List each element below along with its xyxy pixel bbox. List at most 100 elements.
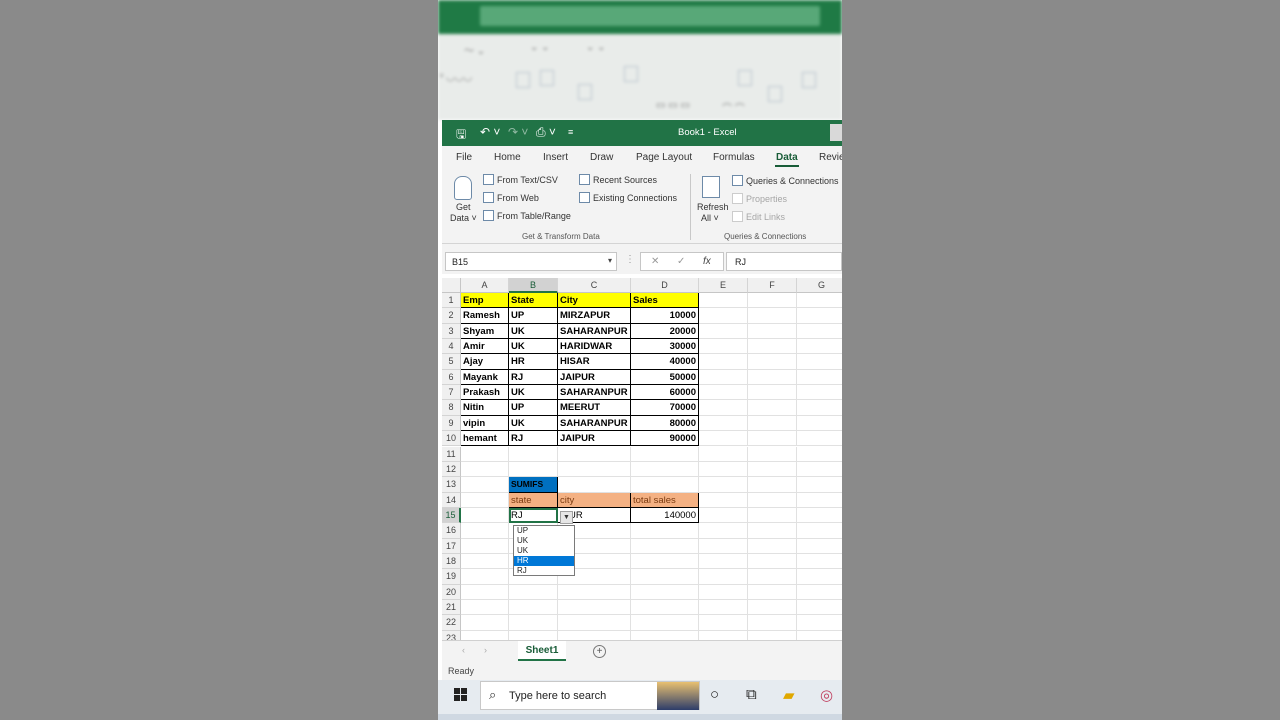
redo-icon[interactable]: ↷ ˅ [508,125,528,139]
empty-cell[interactable] [699,492,748,508]
windows-start-icon[interactable] [454,688,467,701]
empty-cell[interactable] [797,293,842,309]
save-icon[interactable]: 🖫 [456,125,466,146]
empty-cell[interactable] [748,600,797,616]
tab-review[interactable]: Revie [819,152,842,163]
table-cell[interactable]: UK [509,385,558,401]
insert-function-icon[interactable]: fx [703,256,711,267]
empty-cell[interactable] [797,631,842,640]
from-web-button[interactable]: From Web [497,193,539,203]
empty-cell[interactable] [461,569,509,585]
empty-cell[interactable] [797,370,842,386]
empty-cell[interactable] [748,446,797,462]
table-cell[interactable]: UK [509,339,558,355]
empty-cell[interactable] [699,385,748,401]
table-header-cell[interactable]: State [509,293,558,309]
table-cell[interactable]: 50000 [631,369,699,386]
empty-cell[interactable] [748,400,797,416]
empty-cell[interactable] [558,600,631,616]
empty-cell[interactable] [461,538,509,554]
row-header[interactable]: 3 [442,323,461,340]
empty-cell[interactable] [748,339,797,355]
empty-cell[interactable] [558,477,631,493]
empty-cell[interactable] [699,293,748,309]
row-header[interactable]: 6 [442,369,461,386]
empty-cell[interactable] [797,615,842,631]
table-cell[interactable]: 20000 [631,323,699,340]
total-sales-cell[interactable]: 140000 [631,507,699,524]
empty-cell[interactable] [748,415,797,432]
empty-cell[interactable] [461,446,509,462]
table-cell[interactable]: Ramesh [461,308,509,324]
properties-button[interactable]: Properties [746,194,787,204]
sumifs-header-cell[interactable]: total sales [631,492,699,508]
empty-cell[interactable] [797,447,842,462]
name-box[interactable]: B15 ▾ [445,252,617,271]
table-cell[interactable]: HISAR [558,354,631,370]
table-cell[interactable]: RJ [509,369,558,386]
sumifs-title-cell[interactable]: SUMIFS [509,477,558,493]
row-header[interactable]: 1 [442,293,461,309]
table-cell[interactable]: 60000 [631,385,699,401]
undo-icon[interactable]: ↶ ˅ [480,125,500,139]
empty-cell[interactable] [461,600,509,616]
empty-cell[interactable] [797,339,842,355]
empty-cell[interactable] [797,416,842,432]
table-cell[interactable]: Ajay [461,354,509,370]
file-explorer-icon[interactable]: ▰ [783,686,795,704]
empty-cell[interactable] [699,569,748,585]
empty-cell[interactable] [631,538,699,554]
recent-sources-button[interactable]: Recent Sources [593,175,657,185]
tab-formulas[interactable]: Formulas [713,152,755,163]
empty-cell[interactable] [699,446,748,462]
empty-cell[interactable] [748,477,797,493]
empty-cell[interactable] [748,507,797,524]
empty-cell[interactable] [748,569,797,585]
sumifs-header-cell[interactable]: city [558,492,631,508]
taskbar-search-box[interactable]: ⌕ Type here to search [480,681,700,710]
dropdown-option[interactable]: UK [514,536,574,546]
empty-cell[interactable] [631,569,699,585]
prev-sheet-icon[interactable]: ‹ [462,645,465,655]
task-view-icon[interactable]: ⧉ [746,686,757,703]
empty-cell[interactable] [509,584,558,600]
empty-cell[interactable] [699,477,748,493]
empty-cell[interactable] [631,446,699,462]
empty-cell[interactable] [748,584,797,600]
empty-cell[interactable] [797,523,842,539]
table-cell[interactable]: 10000 [631,308,699,324]
table-cell[interactable]: JAIPUR [558,369,631,386]
empty-cell[interactable] [509,630,558,640]
empty-cell[interactable] [748,538,797,554]
empty-cell[interactable] [699,538,748,554]
empty-cell[interactable] [509,615,558,631]
empty-cell[interactable] [631,477,699,493]
table-header-cell[interactable]: Sales [631,293,699,309]
row-header[interactable]: 10 [442,431,461,447]
table-cell[interactable]: MEERUT [558,400,631,416]
sheet-tab[interactable]: Sheet1 [518,641,566,661]
empty-cell[interactable] [461,553,509,570]
table-cell[interactable]: 80000 [631,415,699,432]
empty-cell[interactable] [797,462,842,478]
dropdown-option[interactable]: RJ [514,566,574,576]
empty-cell[interactable] [748,293,797,309]
empty-cell[interactable] [748,523,797,539]
tab-draw[interactable]: Draw [590,152,613,163]
dropdown-option-highlighted[interactable]: HR [514,556,574,566]
empty-cell[interactable] [631,615,699,631]
column-header[interactable]: A [461,278,509,293]
table-cell[interactable]: 70000 [631,400,699,416]
table-cell[interactable]: JAIPUR [558,431,631,447]
empty-cell[interactable] [699,584,748,600]
account-button[interactable] [830,124,842,141]
empty-cell[interactable] [699,323,748,340]
row-header[interactable]: 12 [442,461,461,478]
row-header[interactable]: 11 [442,446,461,462]
tab-data[interactable]: Data [776,152,798,163]
row-header[interactable]: 7 [442,385,461,401]
row-header[interactable]: 17 [442,538,461,554]
table-cell[interactable]: vipin [461,415,509,432]
formula-input[interactable]: RJ [726,252,842,271]
row-header[interactable]: 14 [442,492,461,508]
